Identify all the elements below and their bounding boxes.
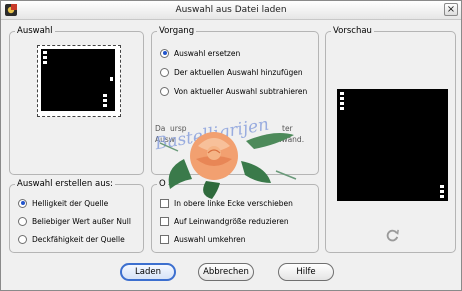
preview-marker-top (340, 92, 344, 110)
window-title: Auswahl aus Datei laden (175, 5, 287, 15)
thumbnail-marker-side (110, 77, 113, 81)
check-leinwandgroesse[interactable]: Auf Leinwandgröße reduzieren (160, 215, 289, 227)
laden-button[interactable]: Laden (120, 263, 176, 281)
group-auswahl-legend: Auswahl (15, 26, 55, 37)
radio-indicator (18, 216, 27, 226)
group-erstellen-legend: Auswahl erstellen aus: (15, 179, 115, 190)
radio-deckfaehigkeit[interactable]: Deckfähigkeit der Quelle (18, 233, 125, 245)
radio-indicator (18, 234, 27, 244)
refresh-icon[interactable] (385, 228, 400, 243)
preview-image (337, 89, 448, 201)
checkbox-box (160, 234, 169, 244)
radio-label: Der aktuellen Auswahl hinzufügen (174, 67, 303, 77)
preview-marker-bottom (440, 185, 444, 198)
hilfe-button[interactable]: Hilfe (278, 263, 334, 281)
radio-auswahl-subtrahieren[interactable]: Von aktueller Auswahl subtrahieren (160, 85, 307, 97)
radio-auswahl-hinzufuegen[interactable]: Der aktuellen Auswahl hinzufügen (160, 66, 303, 78)
radio-label: Helligkeit der Quelle (32, 198, 109, 208)
group-auswahl: Auswahl (9, 26, 144, 175)
radio-beliebiger-wert[interactable]: Beliebiger Wert außer Null (18, 215, 131, 227)
group-vorgang-legend: Vorgang (157, 26, 197, 37)
checkbox-label: Auf Leinwandgröße reduzieren (174, 216, 289, 226)
radio-label: Auswahl ersetzen (174, 48, 241, 58)
group-vorschau-legend: Vorschau (331, 26, 374, 37)
selection-thumbnail-frame[interactable] (37, 45, 121, 117)
radio-label: Deckfähigkeit der Quelle (32, 234, 125, 244)
radio-indicator (18, 198, 27, 208)
radio-indicator (160, 67, 169, 77)
radio-indicator (160, 86, 169, 96)
selection-thumbnail (41, 49, 115, 111)
close-icon: × (446, 4, 456, 15)
check-auswahl-umkehren[interactable]: Auswahl umkehren (160, 233, 246, 245)
checkbox-label: Auswahl umkehren (174, 234, 246, 244)
radio-auswahl-ersetzen[interactable]: Auswahl ersetzen (160, 47, 240, 59)
radio-label: Beliebiger Wert außer Null (32, 216, 131, 226)
checkbox-box (160, 216, 169, 226)
thumbnail-marker-bottom (103, 94, 107, 107)
group-vorschau: Vorschau (325, 26, 456, 253)
group-auswahl-erstellen: Auswahl erstellen aus: Helligkeit der Qu… (9, 179, 144, 253)
radio-indicator (160, 48, 169, 58)
radio-helligkeit[interactable]: Helligkeit der Quelle (18, 197, 108, 209)
dialog-window: Auswahl aus Datei laden × Auswahl Vorgan… (0, 0, 462, 291)
radio-label: Von aktueller Auswahl subtrahieren (174, 86, 308, 96)
abbrechen-button[interactable]: Abbrechen (198, 263, 254, 281)
watermark-overlay: Bastelligrijen (153, 115, 297, 199)
close-button[interactable]: × (444, 3, 458, 16)
title-bar[interactable]: Auswahl aus Datei laden × (1, 1, 461, 20)
thumbnail-marker-top (43, 51, 47, 64)
